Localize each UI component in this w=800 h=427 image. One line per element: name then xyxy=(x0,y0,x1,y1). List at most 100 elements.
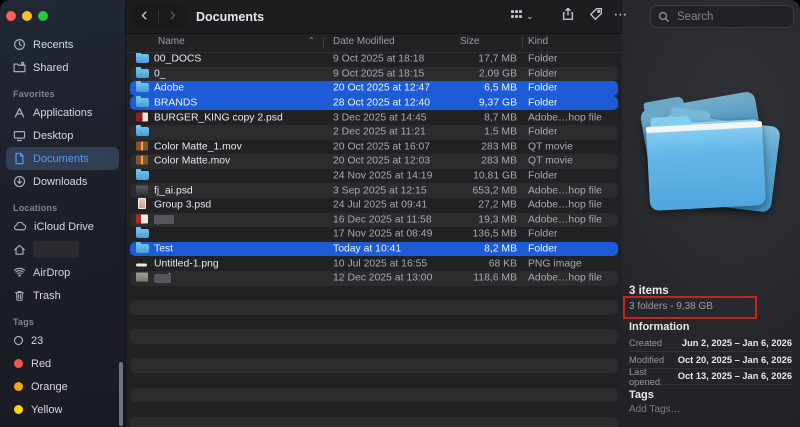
file-icon xyxy=(136,155,148,168)
column-divider[interactable] xyxy=(323,37,324,48)
group-by-button[interactable]: ⌄ xyxy=(510,5,534,28)
sidebar-item-label: Desktop xyxy=(33,129,74,142)
file-kind: Folder xyxy=(528,243,558,255)
sidebar-item-label: Recents xyxy=(33,38,74,51)
redacted-name xyxy=(154,273,171,283)
sidebar-item-yellow[interactable]: Yellow xyxy=(6,398,119,421)
file-thumbnail-icon xyxy=(136,185,148,195)
sidebar-item-23[interactable]: 23 xyxy=(6,329,119,352)
sidebar-item-downloads[interactable]: Downloads xyxy=(6,170,119,193)
sidebar-item-red[interactable]: Red xyxy=(6,352,119,375)
file-name: BRANDS xyxy=(154,97,198,109)
file-thumbnail-icon xyxy=(136,112,148,122)
column-header-size[interactable]: Size xyxy=(460,36,479,47)
applications-icon xyxy=(13,106,26,119)
sidebar: Recents Shared Favorites Applications Deskto… xyxy=(0,0,126,427)
file-row[interactable]: 24 Nov 2025 at 14:19 10,81 GB Folder xyxy=(130,169,618,184)
redacted-name xyxy=(154,215,174,225)
desktop-icon xyxy=(13,129,26,142)
airdrop-icon xyxy=(13,266,26,279)
file-row[interactable]: Group 3.psd 24 Jul 2025 at 09:41 27,2 MB Ad… xyxy=(130,198,618,213)
sidebar-item-applications[interactable]: Applications xyxy=(6,101,119,124)
file-row[interactable]: Test Today at 10:41 8,2 MB Folder xyxy=(130,241,618,257)
more-button[interactable]: ⋯ xyxy=(609,3,633,26)
file-row[interactable]: 17 Nov 2025 at 08:49 136,5 MB Folder xyxy=(130,227,618,242)
shared-folder-icon xyxy=(13,61,26,74)
file-name: Adobe xyxy=(154,82,185,94)
search-input[interactable] xyxy=(675,9,786,24)
file-thumbnail-icon xyxy=(136,141,148,151)
column-header-name[interactable]: Name xyxy=(158,36,185,47)
sidebar-sections: Recents Shared Favorites Applications Deskto… xyxy=(0,0,125,421)
file-thumbnail-icon xyxy=(136,214,148,224)
chevron-down-icon: ⌄ xyxy=(526,11,534,21)
file-row[interactable]: 00_DOCS 9 Oct 2025 at 18:18 17,7 MB Folder xyxy=(130,52,618,67)
chevron-left-icon xyxy=(139,8,150,26)
sidebar-item-label: Applications xyxy=(33,106,93,119)
tags-heading: Tags xyxy=(629,389,654,401)
sidebar-item-documents[interactable]: Documents xyxy=(6,147,119,170)
finder-window: 3 items 3 folders - 9,38 GB Information … xyxy=(0,0,800,427)
sidebar-item-icloud-drive[interactable]: iCloud Drive xyxy=(6,215,119,238)
sidebar-item-orange[interactable]: Orange xyxy=(6,375,119,398)
file-size: 1,5 MB xyxy=(484,126,517,138)
close-button[interactable] xyxy=(6,11,16,21)
file-row[interactable]: .psd16 Dec 2025 at 11:5819,3 MBAdobe…hop… xyxy=(130,212,618,228)
file-icon xyxy=(136,52,149,66)
file-row[interactable]: BRANDS 28 Oct 2025 at 12:40 9,37 GB Folder xyxy=(130,95,618,111)
file-kind: Folder xyxy=(528,68,558,80)
tag-button[interactable] xyxy=(584,5,608,28)
file-name: .psd xyxy=(154,214,174,225)
minimize-button[interactable] xyxy=(22,11,32,21)
search-field-container xyxy=(650,5,794,28)
file-size: 10,81 GB xyxy=(473,170,517,182)
file-icon xyxy=(136,169,149,183)
items-count: 3 items xyxy=(629,285,669,297)
file-row[interactable]: Color Matte_1.mov 20 Oct 2025 at 16:07 283… xyxy=(130,140,618,155)
share-button[interactable] xyxy=(556,5,580,28)
group-by-icon xyxy=(510,8,523,26)
back-button[interactable] xyxy=(131,5,158,28)
sidebar-item-redacted[interactable] xyxy=(6,238,119,261)
file-row[interactable]: psd12 Dec 2025 at 13:00118,6 MBAdobe…hop… xyxy=(130,270,618,286)
add-tags-field[interactable]: Add Tags… xyxy=(629,404,681,415)
file-list: 00_DOCS 9 Oct 2025 at 18:18 17,7 MB Folder 0… xyxy=(126,52,622,427)
file-row[interactable]: 0_ 9 Oct 2025 at 18:15 2,09 GB Folder xyxy=(130,66,618,82)
info-row-created: Created Jun 2, 2025 – Jan 6, 2026 xyxy=(629,335,792,352)
sidebar-section-label: Favorites xyxy=(13,89,55,99)
file-size: 6,5 MB xyxy=(484,82,517,94)
folder-icon xyxy=(136,81,149,93)
nav-buttons xyxy=(131,5,186,28)
sidebar-item-label: AirDrop xyxy=(33,266,71,279)
sidebar-item-recents[interactable]: Recents xyxy=(6,33,119,56)
file-row[interactable]: Color Matte.mov 20 Oct 2025 at 12:03 283 M… xyxy=(130,154,618,169)
file-row[interactable]: Untitled-1.png 10 Jul 2025 at 16:55 68 KB P… xyxy=(130,256,618,271)
column-divider[interactable] xyxy=(522,37,523,48)
sidebar-scrollbar[interactable] xyxy=(119,362,123,426)
tag-icon xyxy=(589,7,603,26)
home-icon xyxy=(13,243,26,256)
sidebar-item-shared[interactable]: Shared xyxy=(6,56,119,79)
sidebar-item-label: Shared xyxy=(33,61,69,74)
file-name: Untitled-1.png xyxy=(154,258,219,270)
file-size: 27,2 MB xyxy=(478,199,517,211)
sidebar-item-label: iCloud Drive xyxy=(34,220,94,233)
sidebar-item-trash[interactable]: Trash xyxy=(6,284,119,307)
sidebar-item-desktop[interactable]: Desktop xyxy=(6,124,119,147)
sidebar-item-airdrop[interactable]: AirDrop xyxy=(6,261,119,284)
file-kind: Folder xyxy=(528,82,558,94)
redacted-label xyxy=(33,241,79,258)
file-row[interactable]: Adobe 20 Oct 2025 at 12:47 6,5 MB Folder xyxy=(130,81,618,96)
column-header-kind[interactable]: Kind xyxy=(528,36,548,47)
zoom-button[interactable] xyxy=(38,11,48,21)
file-kind: Adobe…hop file xyxy=(528,272,602,284)
column-header-date-modified[interactable]: Date Modified xyxy=(333,36,395,47)
file-row[interactable]: fj_ai.psd 3 Sep 2025 at 12:15 653,2 MB Adob… xyxy=(130,183,618,198)
forward-button[interactable] xyxy=(159,5,186,28)
file-row[interactable]: 2 Dec 2025 at 11:21 1,5 MB Folder xyxy=(130,124,618,140)
file-thumbnail-icon xyxy=(138,198,146,210)
info-row-last-opened: Last opened Oct 13, 2025 – Jan 6, 2026 xyxy=(629,367,792,387)
file-row[interactable]: BURGER_KING copy 2.psd 3 Dec 2025 at 14:4… xyxy=(130,110,618,125)
file-kind: Folder xyxy=(528,228,558,240)
file-thumbnail-icon xyxy=(136,272,148,282)
